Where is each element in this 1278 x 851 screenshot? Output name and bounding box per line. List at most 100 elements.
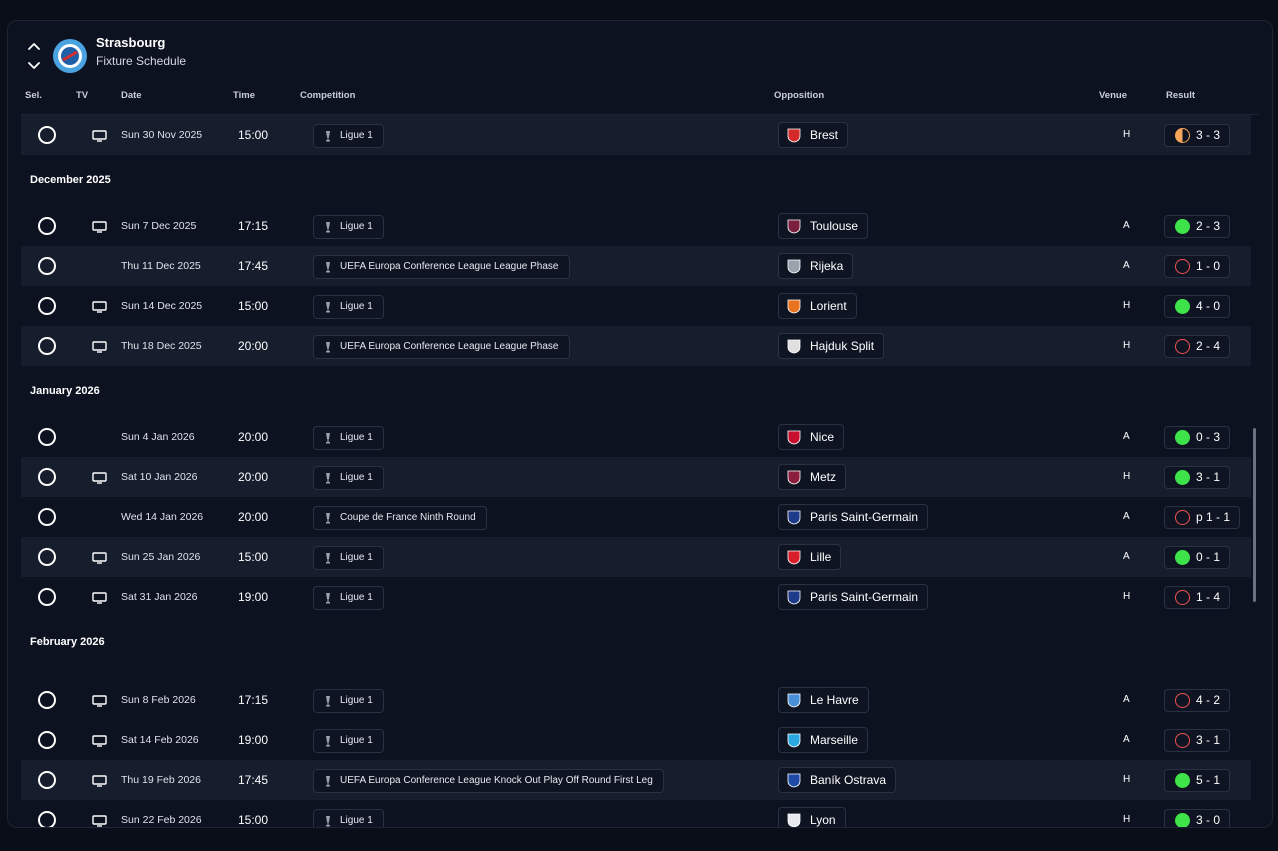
competition-chip[interactable]: Ligue 1 [313,729,384,753]
rijeka-crest-icon [787,259,801,274]
result-chip[interactable]: 3 - 0 [1164,809,1231,827]
select-radio[interactable] [38,811,56,827]
col-header-date[interactable]: Date [121,90,142,106]
select-radio[interactable] [38,468,56,486]
col-header-competition[interactable]: Competition [300,90,355,106]
fixture-row[interactable]: Sat 14 Feb 2026 19:00 Ligue 1 Marseille A 3 -… [21,720,1251,760]
competition-chip[interactable]: Ligue 1 [313,586,384,610]
competition-chip[interactable]: Ligue 1 [313,426,384,450]
opponent-name: Baník Ostrava [810,773,887,787]
fixture-row[interactable]: Sun 30 Nov 2025 15:00 Ligue 1 Brest H 3 - 3 [21,115,1251,155]
fixture-row[interactable]: Sun 25 Jan 2026 15:00 Ligue 1 Lille A 0 - 1 [21,537,1251,577]
fixture-row[interactable]: Sat 31 Jan 2026 19:00 Ligue 1 Paris Saint-G… [21,577,1251,617]
trophy-icon [326,473,330,484]
opponent-chip[interactable]: Brest [778,122,849,148]
competition-label: UEFA Europa Conference League Knock Out … [340,775,653,786]
result-chip[interactable]: p 1 - 1 [1164,506,1241,529]
opponent-chip[interactable]: Lorient [778,293,857,319]
psg-crest-icon [787,510,801,525]
fixture-row[interactable]: Sun 14 Dec 2025 15:00 Ligue 1 Lorient H 4 - 0 [21,286,1251,326]
col-header-time[interactable]: Time [233,90,255,106]
opponent-name: Lorient [810,299,847,313]
competition-chip[interactable]: UEFA Europa Conference League League Pha… [313,255,570,279]
result-score: 3 - 1 [1196,733,1221,747]
opponent-chip[interactable]: Baník Ostrava [778,767,897,793]
fixture-row[interactable]: Thu 18 Dec 2025 20:00 UEFA Europa Conferen… [21,326,1251,366]
select-radio[interactable] [38,588,56,606]
result-chip[interactable]: 5 - 1 [1164,769,1231,792]
result-chip[interactable]: 1 - 4 [1164,586,1231,609]
month-heading: January 2026 [21,366,1251,417]
result-chip[interactable]: 3 - 1 [1164,466,1231,489]
chevron-down-icon[interactable] [26,60,42,72]
col-header-sel[interactable]: Sel. [25,90,42,106]
select-radio[interactable] [38,217,56,235]
fixture-row[interactable]: Thu 19 Feb 2026 17:45 UEFA Europa Conferen… [21,760,1251,800]
competition-chip[interactable]: Ligue 1 [313,689,384,713]
result-chip[interactable]: 2 - 3 [1164,215,1231,238]
result-chip[interactable]: 0 - 1 [1164,546,1231,569]
result-chip[interactable]: 0 - 3 [1164,426,1231,449]
select-radio[interactable] [38,508,56,526]
competition-label: UEFA Europa Conference League League Pha… [340,261,559,272]
competition-chip[interactable]: Ligue 1 [313,546,384,570]
competition-chip[interactable]: Ligue 1 [313,124,384,148]
competition-chip[interactable]: Coupe de France Ninth Round [313,506,487,530]
result-score: 5 - 1 [1196,773,1221,787]
result-chip[interactable]: 2 - 4 [1164,335,1231,358]
opponent-chip[interactable]: Lyon [778,807,846,827]
select-radio[interactable] [38,257,56,275]
loss-indicator-icon [1175,733,1190,748]
fixture-row[interactable]: Wed 14 Jan 2026 20:00 Coupe de France Nint… [21,497,1251,537]
fixture-row[interactable]: Thu 11 Dec 2025 17:45 UEFA Europa Conferen… [21,246,1251,286]
opponent-chip[interactable]: Rijeka [778,253,854,279]
opponent-chip[interactable]: Toulouse [778,213,869,239]
competition-chip[interactable]: Ligue 1 [313,215,384,239]
chevron-up-icon[interactable] [26,40,42,52]
select-radio[interactable] [38,337,56,355]
select-radio[interactable] [38,428,56,446]
opponent-chip[interactable]: Hajduk Split [778,333,885,359]
opponent-chip[interactable]: Le Havre [778,687,869,713]
trophy-icon [326,736,330,747]
lorient-crest-icon [787,299,801,314]
fixture-row[interactable]: Sun 4 Jan 2026 20:00 Ligue 1 Nice A 0 - 3 [21,417,1251,457]
col-header-tv[interactable]: TV [76,90,88,106]
select-radio[interactable] [38,548,56,566]
psg-crest-icon [787,590,801,605]
result-chip[interactable]: 3 - 1 [1164,729,1231,752]
fixture-row[interactable]: Sun 8 Feb 2026 17:15 Ligue 1 Le Havre A 4 - 2 [21,680,1251,720]
opponent-chip[interactable]: Marseille [778,727,869,753]
select-radio[interactable] [38,297,56,315]
loss-indicator-icon [1175,259,1190,274]
competition-chip[interactable]: Ligue 1 [313,466,384,490]
opponent-chip[interactable]: Metz [778,464,847,490]
fixture-row[interactable]: Sat 10 Jan 2026 20:00 Ligue 1 Metz H 3 - 1 [21,457,1251,497]
opponent-chip[interactable]: Paris Saint-Germain [778,504,929,530]
trophy-icon [326,222,330,233]
opponent-chip[interactable]: Paris Saint-Germain [778,584,929,610]
result-chip[interactable]: 1 - 0 [1164,255,1231,278]
select-radio[interactable] [38,771,56,789]
fixture-row[interactable]: Sun 22 Feb 2026 15:00 Ligue 1 Lyon H 3 - 0 [21,800,1251,827]
fixture-venue: A [1123,734,1130,745]
col-header-result[interactable]: Result [1166,90,1195,106]
competition-chip[interactable]: Ligue 1 [313,295,384,319]
fixture-row[interactable]: Sun 7 Dec 2025 17:15 Ligue 1 Toulouse A 2 - 3 [21,206,1251,246]
result-chip[interactable]: 4 - 2 [1164,689,1231,712]
select-radio[interactable] [38,126,56,144]
select-radio[interactable] [38,731,56,749]
scrollbar-thumb[interactable] [1253,428,1256,602]
competition-chip[interactable]: UEFA Europa Conference League League Pha… [313,335,570,359]
fixture-schedule-panel: Strasbourg Fixture Schedule Sel. TV Date… [7,20,1273,828]
select-radio[interactable] [38,691,56,709]
fixture-list[interactable]: Sun 30 Nov 2025 15:00 Ligue 1 Brest H 3 - 3 De… [21,115,1251,827]
col-header-venue[interactable]: Venue [1099,90,1127,106]
opponent-chip[interactable]: Lille [778,544,842,570]
competition-chip[interactable]: UEFA Europa Conference League Knock Out … [313,769,664,793]
competition-chip[interactable]: Ligue 1 [313,809,384,827]
opponent-chip[interactable]: Nice [778,424,845,450]
result-chip[interactable]: 4 - 0 [1164,295,1231,318]
col-header-opposition[interactable]: Opposition [774,90,824,106]
result-chip[interactable]: 3 - 3 [1164,124,1231,147]
